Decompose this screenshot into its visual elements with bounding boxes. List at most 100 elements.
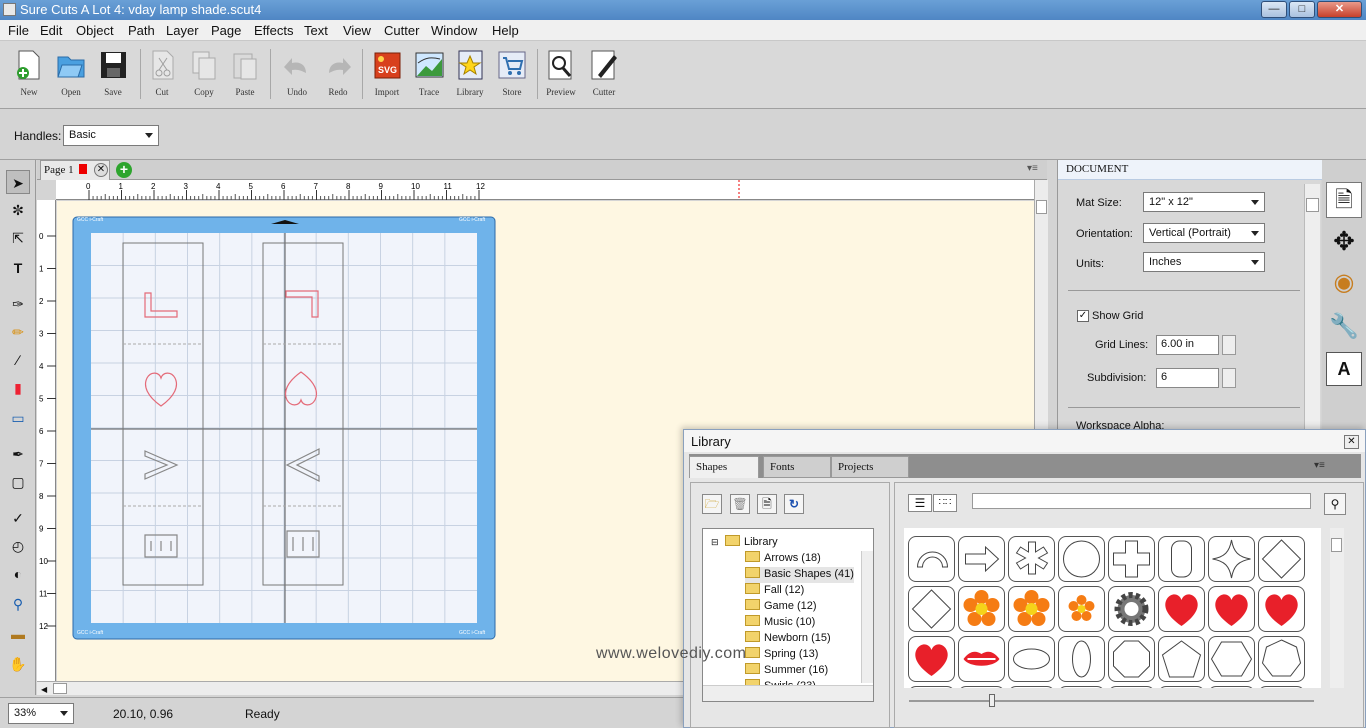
menu-window[interactable]: Window (431, 23, 477, 38)
zoom-select[interactable]: 33% (8, 703, 74, 724)
tab-projects[interactable]: Projects (831, 456, 909, 478)
shape-thumbnail[interactable] (908, 686, 955, 688)
thumbnail-size-slider[interactable] (989, 694, 995, 707)
copy-button[interactable]: Copy (185, 49, 223, 97)
close-page-icon[interactable]: ✕ (94, 163, 108, 177)
shape-thumbnail[interactable] (1058, 686, 1105, 688)
shape-thumbnail[interactable] (958, 686, 1005, 688)
measure-tool-icon[interactable]: ▬ (6, 622, 30, 646)
subdivision-stepper[interactable] (1222, 368, 1236, 388)
eyedropper-tool-icon[interactable]: ✒ (6, 442, 30, 466)
hand-tool-icon[interactable]: ✋ (6, 652, 30, 676)
units-select[interactable]: Inches (1143, 252, 1265, 272)
store-button[interactable]: Store (493, 49, 531, 97)
shape-thumbnail[interactable] (1158, 686, 1205, 688)
grid-view-icon[interactable]: ∷∷ (933, 494, 957, 512)
document-page-icon[interactable]: 🗎 (1326, 182, 1362, 218)
menu-text[interactable]: Text (304, 23, 328, 38)
tab-shapes[interactable]: Shapes (689, 456, 759, 478)
shape-thumbnail[interactable] (1258, 686, 1305, 688)
text-tool-icon[interactable]: T (6, 256, 30, 280)
subdivision-input[interactable]: 6 (1156, 368, 1219, 388)
scroll-thumb[interactable] (1331, 538, 1342, 552)
handles-select[interactable]: Basic (63, 125, 159, 146)
maximize-button[interactable]: □ (1289, 1, 1315, 18)
list-view-icon[interactable]: ☰ (908, 494, 932, 512)
paste-button[interactable]: Paste (226, 49, 264, 97)
shape-thumbnail-heptagon[interactable] (1258, 636, 1305, 682)
shape-thumbnail-heart[interactable] (1158, 586, 1205, 632)
shape-thumbnail[interactable] (1208, 686, 1255, 688)
menu-cutter[interactable]: Cutter (384, 23, 419, 38)
shape-thumbnail[interactable] (1008, 686, 1055, 688)
shape-thumbnail-arch[interactable] (908, 536, 955, 582)
move-arrows-icon[interactable]: ✥ (1326, 224, 1362, 260)
tree-node-newborn[interactable]: Newborn (15) (745, 631, 831, 647)
menu-edit[interactable]: Edit (40, 23, 62, 38)
brush-tool-icon[interactable]: ∕ (6, 348, 30, 372)
pen-tool-icon[interactable]: ✑ (6, 292, 30, 316)
tree-node-arrows[interactable]: Arrows (18) (745, 551, 821, 567)
shape-thumbnail-ellipse-tall[interactable] (1058, 636, 1105, 682)
path-tool-icon[interactable]: ◴ (6, 534, 30, 558)
shape-thumbnail-octagon[interactable] (1108, 636, 1155, 682)
tree-node-basic-shapes[interactable]: Basic Shapes (41) (745, 567, 854, 583)
tree-node-spring[interactable]: Spring (13) (745, 647, 818, 663)
shape-thumbnail-rounded-rect[interactable] (1158, 536, 1205, 582)
rectangle-tool-icon[interactable]: ▭ (6, 406, 30, 430)
shape-thumbnail-heart[interactable] (1208, 586, 1255, 632)
tree-node-summer[interactable]: Summer (16) (745, 663, 828, 679)
shape-thumbnail-asterisk[interactable] (1008, 536, 1055, 582)
undo-button[interactable]: Undo (278, 49, 316, 97)
shape-thumbnail-flower[interactable] (1008, 586, 1055, 632)
tree-horizontal-scrollbar[interactable] (703, 685, 873, 701)
shape-thumbnail-cross[interactable] (1108, 536, 1155, 582)
trace-button[interactable]: Trace (410, 49, 448, 97)
new-button[interactable]: New (10, 49, 48, 97)
tree-node-fall[interactable]: Fall (12) (745, 583, 804, 599)
shape-thumbnail-pentagon[interactable] (1158, 636, 1205, 682)
shape-thumbnail-arrow[interactable] (958, 536, 1005, 582)
mat-size-select[interactable]: 12" x 12" (1143, 192, 1265, 212)
pencil-tool-icon[interactable]: ✏ (6, 320, 30, 344)
library-button[interactable]: Library (451, 49, 489, 97)
cutter-button[interactable]: Cutter (585, 49, 623, 97)
shape-thumbnail-heart[interactable] (908, 636, 955, 682)
palette-icon[interactable]: ◉ (1326, 266, 1362, 302)
menu-effects[interactable]: Effects (254, 23, 294, 38)
preview-button[interactable]: Preview (542, 49, 580, 97)
shape-thumbnail-ellipse[interactable] (1008, 636, 1055, 682)
add-page-icon[interactable]: + (116, 162, 132, 178)
shapes-vertical-scrollbar[interactable] (1330, 528, 1344, 688)
trash-icon[interactable]: 🗑 (730, 494, 750, 514)
scroll-thumb[interactable] (1306, 198, 1319, 212)
lasso-tool-icon[interactable]: ✼ (6, 198, 30, 222)
shape-thumbnail-diamond[interactable] (908, 586, 955, 632)
tree-node-library[interactable]: Library (725, 535, 778, 551)
node-edit-tool-icon[interactable]: ⇱ (6, 226, 30, 250)
scroll-thumb[interactable] (53, 683, 67, 694)
panel-menu-icon[interactable]: ▾≡ (1027, 163, 1038, 174)
refresh-icon[interactable]: ↻ (784, 494, 804, 514)
panel-menu-icon[interactable]: ▾≡ (1314, 460, 1325, 471)
menu-object[interactable]: Object (76, 23, 114, 38)
tree-vertical-scrollbar[interactable] (861, 551, 873, 683)
shape-thumbnail-flower-small[interactable] (1058, 586, 1105, 632)
shape-thumbnail-circle[interactable] (1058, 536, 1105, 582)
knife-tool-icon[interactable]: ✓ (6, 506, 30, 530)
save-button[interactable]: Save (94, 49, 132, 97)
grid-lines-stepper[interactable] (1222, 335, 1236, 355)
orientation-select[interactable]: Vertical (Portrait) (1143, 223, 1265, 243)
tree-node-game[interactable]: Game (12) (745, 599, 817, 615)
open-button[interactable]: Open (52, 49, 90, 97)
gradient-tool-icon[interactable]: ▢ (6, 470, 30, 494)
scroll-thumb[interactable] (1036, 200, 1047, 214)
shape-thumbnail[interactable] (1108, 686, 1155, 688)
library-search-input[interactable] (972, 493, 1311, 509)
document-scrollbar[interactable] (1304, 184, 1320, 430)
eraser-tool-icon[interactable]: ▮ (6, 376, 30, 400)
import-button[interactable]: SVG Import (368, 49, 406, 97)
shape-thumbnail-lips[interactable] (958, 636, 1005, 682)
shape-thumbnail-star4[interactable] (1208, 536, 1255, 582)
zoom-tool-icon[interactable]: ⚲ (6, 592, 30, 616)
